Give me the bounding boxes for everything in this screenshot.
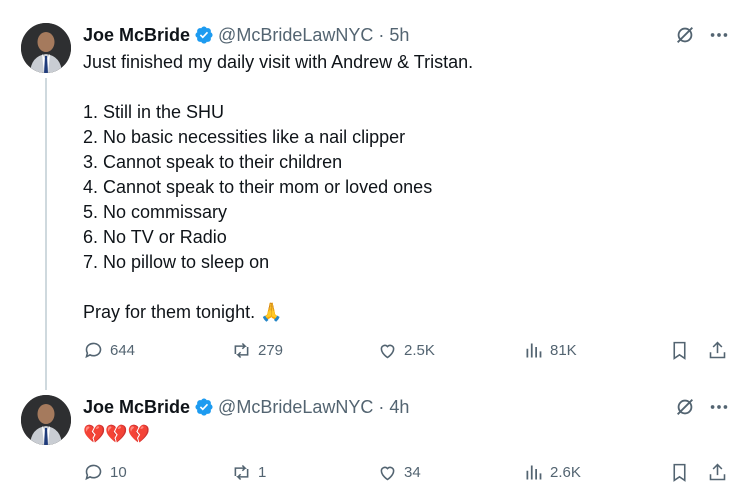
repost-count: 279 <box>258 342 284 359</box>
views-icon <box>526 343 542 358</box>
author-name[interactable]: Joe McBride <box>83 396 190 418</box>
tweet-top-actions <box>674 24 730 46</box>
tweet-text: 💔💔💔 <box>83 422 150 447</box>
views-button[interactable]: 81K <box>523 340 577 361</box>
like-count: 34 <box>404 464 421 481</box>
share-button[interactable] <box>707 462 728 483</box>
avatar-image <box>21 23 71 73</box>
bookmark-button[interactable] <box>669 340 690 361</box>
separator-dot: · <box>378 25 385 45</box>
like-button[interactable]: 2.5K <box>377 340 435 361</box>
tweet-text-line: 2. No basic necessities like a nail clip… <box>83 127 406 147</box>
like-button[interactable]: 34 <box>377 462 421 483</box>
heart-icon <box>380 344 395 359</box>
tweet-text-line: 7. No pillow to sleep on <box>83 252 270 272</box>
bookmark-icon <box>673 341 686 360</box>
share-button[interactable] <box>707 340 728 361</box>
repost-count: 1 <box>258 464 267 481</box>
views-count: 2.6K <box>550 464 581 481</box>
tweet-text-line: 1. Still in the SHU <box>83 102 225 122</box>
tweet-text-line: 6. No TV or Radio <box>83 227 227 247</box>
author-handle[interactable]: @McBrideLawNYC <box>218 396 373 418</box>
views-button[interactable]: 2.6K <box>523 462 581 483</box>
author-handle[interactable]: @McBrideLawNYC <box>218 24 373 46</box>
tweet-timestamp[interactable]: 4h <box>389 396 409 418</box>
repost-icon <box>234 342 249 359</box>
tweet-text-line: Pray for them tonight. 🙏 <box>83 302 283 322</box>
tweet-header: Joe McBride @McBrideLawNYC · 4h <box>83 396 409 418</box>
bookmark-button[interactable] <box>669 462 690 483</box>
tweet-text-line: Just finished my daily visit with Andrew… <box>83 52 474 72</box>
verified-badge-icon[interactable] <box>194 25 214 45</box>
avatar[interactable] <box>21 23 71 73</box>
tweet-text: Just finished my daily visit with Andrew… <box>83 50 473 325</box>
tweet-text-line <box>83 75 473 100</box>
verified-badge-icon[interactable] <box>194 397 214 417</box>
tweet-top-actions <box>674 396 730 418</box>
thread-connector-line <box>45 78 47 390</box>
reply-count: 644 <box>110 342 136 359</box>
share-icon <box>709 463 726 481</box>
share-icon <box>709 341 726 359</box>
more-options-icon[interactable] <box>708 396 730 418</box>
views-icon <box>526 465 542 480</box>
avatar[interactable] <box>21 395 71 445</box>
tweet-header: Joe McBride @McBrideLawNYC · 5h <box>83 24 409 46</box>
reply-icon <box>85 342 102 359</box>
reply-button[interactable]: 10 <box>83 462 127 483</box>
reply-count: 10 <box>110 464 127 481</box>
author-name[interactable]: Joe McBride <box>83 24 190 46</box>
reply-button[interactable]: 644 <box>83 340 135 361</box>
tweet-text-line: 5. No commissary <box>83 202 228 222</box>
repost-button[interactable]: 279 <box>231 340 283 361</box>
bookmark-icon <box>673 463 686 482</box>
tweet-action-bar: 644 279 2.5K 81K <box>83 340 728 366</box>
tweet-text-line <box>83 275 473 300</box>
grok-icon[interactable] <box>674 396 696 418</box>
more-options-icon[interactable] <box>708 24 730 46</box>
heart-icon <box>380 466 395 481</box>
tweet-text-line: 4. Cannot speak to their mom or loved on… <box>83 177 433 197</box>
tweet-action-bar: 10 1 34 2.6K <box>83 462 728 488</box>
tweet-timestamp[interactable]: 5h <box>389 24 409 46</box>
tweet-text-line: 💔💔💔 <box>83 424 151 444</box>
repost-icon <box>234 464 249 481</box>
views-count: 81K <box>550 342 577 359</box>
grok-icon[interactable] <box>674 24 696 46</box>
separator-dot: · <box>378 397 385 417</box>
like-count: 2.5K <box>404 342 435 359</box>
reply-icon <box>85 464 102 481</box>
avatar-image <box>21 395 71 445</box>
tweet-text-line: 3. Cannot speak to their children <box>83 152 343 172</box>
repost-button[interactable]: 1 <box>231 462 266 483</box>
